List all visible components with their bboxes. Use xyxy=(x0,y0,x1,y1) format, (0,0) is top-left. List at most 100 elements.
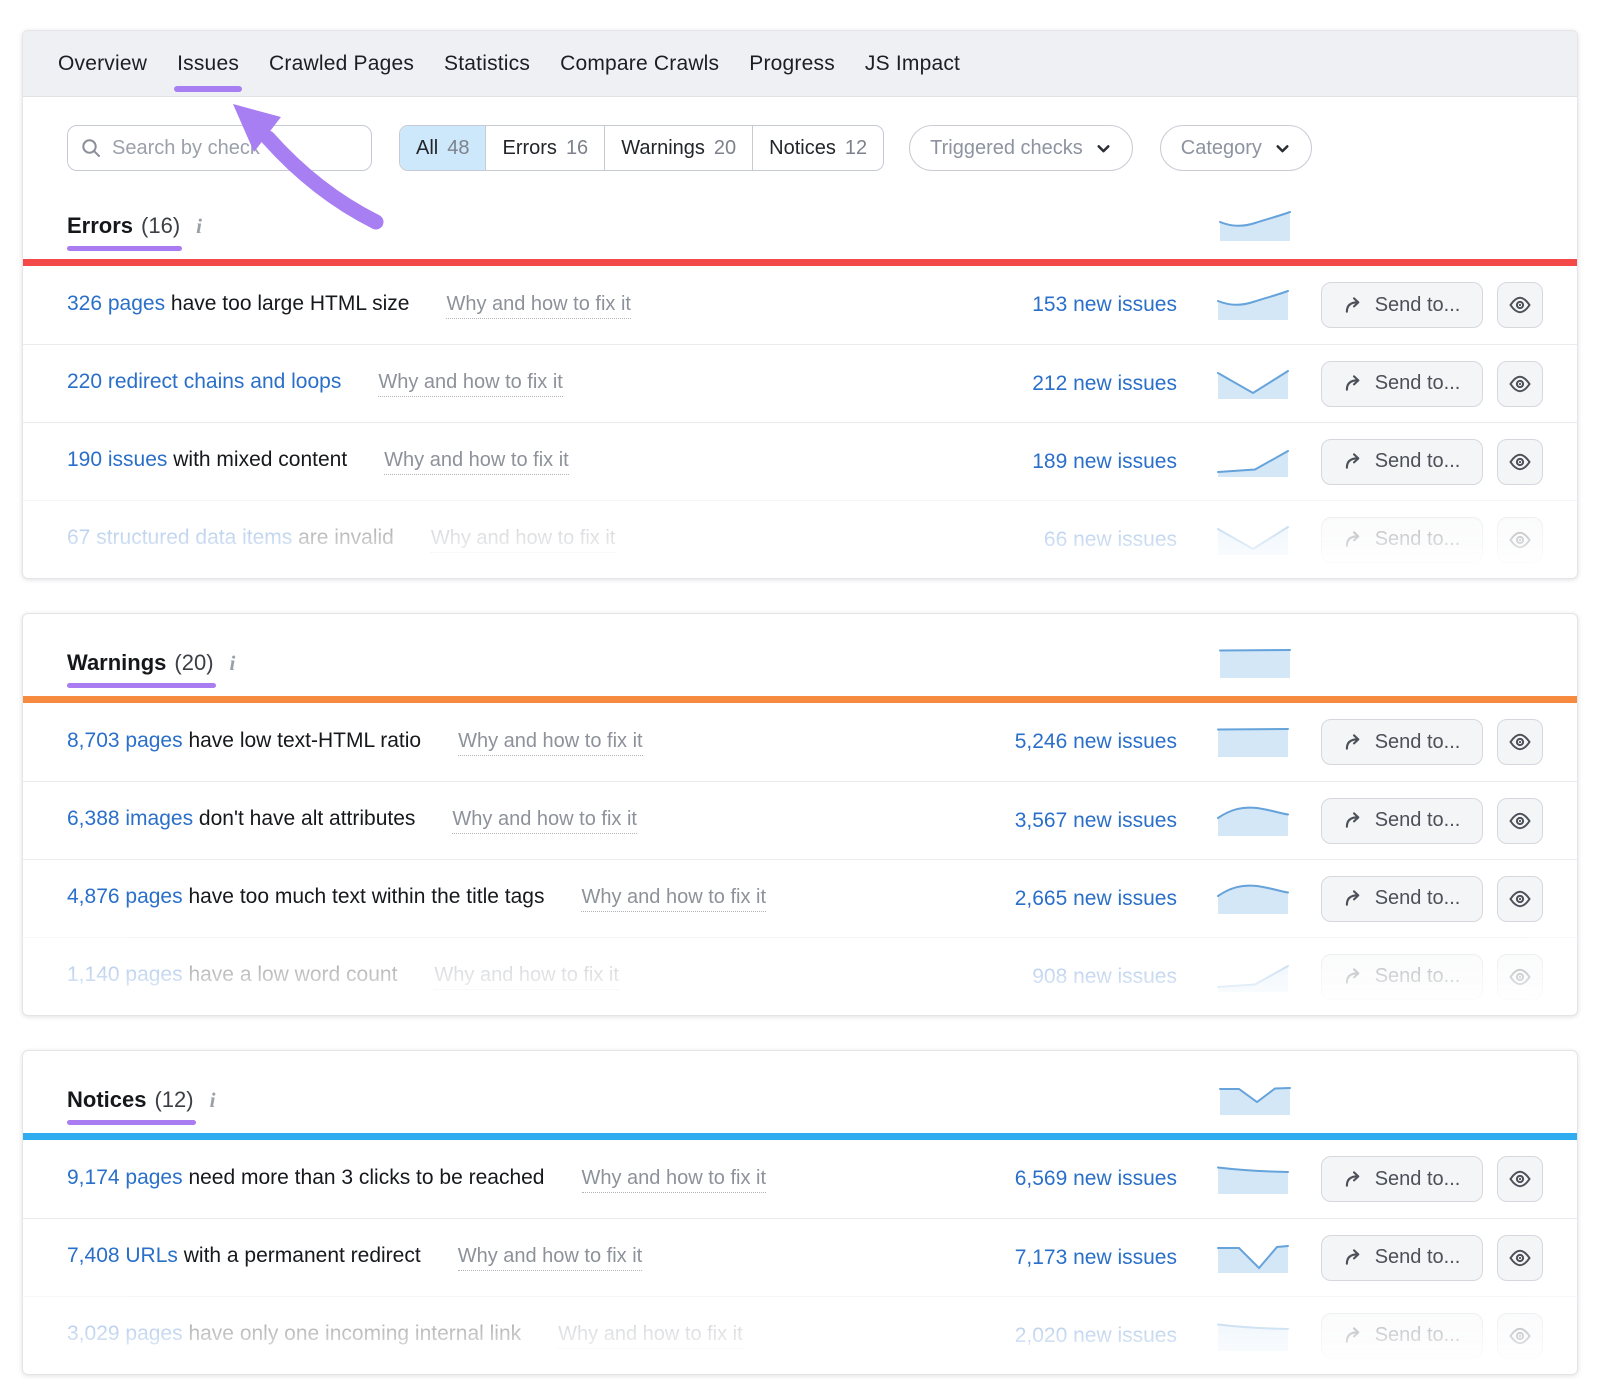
why-how-to-fix-link[interactable]: Why and how to fix it xyxy=(434,964,619,990)
why-how-to-fix-link[interactable]: Why and how to fix it xyxy=(581,886,766,912)
new-issues-link[interactable]: 3,567 new issues xyxy=(997,809,1177,833)
nav-tab-issues[interactable]: Issues xyxy=(162,31,254,96)
why-how-to-fix-link[interactable]: Why and how to fix it xyxy=(431,527,616,553)
eye-icon xyxy=(1508,1167,1532,1191)
section-title: Errors xyxy=(67,213,133,238)
new-issues-link[interactable]: 212 new issues xyxy=(997,372,1177,396)
eye-visibility-button[interactable] xyxy=(1497,361,1543,407)
send-to-button[interactable]: Send to... xyxy=(1321,719,1483,765)
why-how-to-fix-link[interactable]: Why and how to fix it xyxy=(378,371,563,397)
segment-label: All xyxy=(416,137,438,160)
info-icon[interactable]: i xyxy=(210,1088,216,1113)
nav-tab-progress[interactable]: Progress xyxy=(734,31,850,96)
eye-visibility-button[interactable] xyxy=(1497,439,1543,485)
nav-tab-crawled-pages[interactable]: Crawled Pages xyxy=(254,31,429,96)
search-by-check-box[interactable] xyxy=(67,125,372,171)
send-to-button[interactable]: Send to... xyxy=(1321,1313,1483,1359)
issue-count-link[interactable]: 3,029 pages xyxy=(67,1322,183,1345)
issue-description: 1,140 pages have a low word count Why and… xyxy=(67,963,997,990)
issue-count-link[interactable]: 7,408 URLs xyxy=(67,1244,178,1267)
eye-visibility-button[interactable] xyxy=(1497,719,1543,765)
issue-count-link[interactable]: 4,876 pages xyxy=(67,885,183,908)
issue-count-link[interactable]: 1,140 pages xyxy=(67,963,183,986)
segment-errors[interactable]: Errors16 xyxy=(485,126,604,170)
eye-visibility-button[interactable] xyxy=(1497,954,1543,1000)
issue-count-link[interactable]: 190 issues xyxy=(67,448,167,471)
eye-icon xyxy=(1508,730,1532,754)
issue-count-link[interactable]: 220 redirect chains and loops xyxy=(67,370,341,393)
new-issues-link[interactable]: 2,020 new issues xyxy=(997,1324,1177,1348)
send-to-button[interactable]: Send to... xyxy=(1321,1156,1483,1202)
eye-visibility-button[interactable] xyxy=(1497,798,1543,844)
why-how-to-fix-link[interactable]: Why and how to fix it xyxy=(458,1245,643,1271)
issue-rest-text: have a low word count xyxy=(183,963,398,986)
info-icon[interactable]: i xyxy=(196,214,202,239)
new-issues-link[interactable]: 7,173 new issues xyxy=(997,1246,1177,1270)
issue-rest-text: have too much text within the title tags xyxy=(183,885,545,908)
new-issues-link[interactable]: 2,665 new issues xyxy=(997,887,1177,911)
eye-visibility-button[interactable] xyxy=(1497,876,1543,922)
send-to-button[interactable]: Send to... xyxy=(1321,798,1483,844)
send-to-button[interactable]: Send to... xyxy=(1321,1235,1483,1281)
eye-icon xyxy=(1508,450,1532,474)
segment-all[interactable]: All 48 xyxy=(400,126,485,170)
eye-icon xyxy=(1508,887,1532,911)
issue-count-link[interactable]: 6,388 images xyxy=(67,807,193,830)
why-how-to-fix-link[interactable]: Why and how to fix it xyxy=(582,1167,767,1193)
send-to-button[interactable]: Send to... xyxy=(1321,439,1483,485)
issue-count-link[interactable]: 67 structured data items xyxy=(67,526,292,549)
issue-row: 67 structured data items are invalidWhy … xyxy=(23,500,1577,578)
why-how-to-fix-link[interactable]: Why and how to fix it xyxy=(384,449,569,475)
issue-count-link[interactable]: 8,703 pages xyxy=(67,729,183,752)
eye-visibility-button[interactable] xyxy=(1497,282,1543,328)
errors-severity-bar xyxy=(23,259,1577,266)
segment-label: Warnings xyxy=(621,137,705,160)
nav-tab-overview[interactable]: Overview xyxy=(43,31,162,96)
why-how-to-fix-link[interactable]: Why and how to fix it xyxy=(452,808,637,834)
trend-sparkline xyxy=(1215,367,1291,401)
issue-count-link[interactable]: 326 pages xyxy=(67,292,165,315)
issue-description: 326 pages have too large HTML sizeWhy an… xyxy=(67,292,997,319)
new-issues-link[interactable]: 153 new issues xyxy=(997,293,1177,317)
eye-visibility-button[interactable] xyxy=(1497,517,1543,563)
new-issues-link[interactable]: 908 new issues xyxy=(997,965,1177,989)
nav-tab-statistics[interactable]: Statistics xyxy=(429,31,545,96)
send-to-button[interactable]: Send to... xyxy=(1321,954,1483,1000)
send-to-label: Send to... xyxy=(1375,809,1461,832)
send-to-button[interactable]: Send to... xyxy=(1321,517,1483,563)
issue-description: 6,388 images don't have alt attributesWh… xyxy=(67,807,997,834)
new-issues-link[interactable]: 66 new issues xyxy=(997,528,1177,552)
new-issues-link[interactable]: 5,246 new issues xyxy=(997,730,1177,754)
trend-sparkline xyxy=(1215,288,1291,322)
new-issues-link[interactable]: 189 new issues xyxy=(997,450,1177,474)
chevron-down-icon xyxy=(1095,140,1112,157)
nav-tab-compare-crawls[interactable]: Compare Crawls xyxy=(545,31,734,96)
nav-tab-label: Statistics xyxy=(444,52,530,76)
eye-visibility-button[interactable] xyxy=(1497,1156,1543,1202)
eye-visibility-button[interactable] xyxy=(1497,1235,1543,1281)
issue-description: 7,408 URLs with a permanent redirectWhy … xyxy=(67,1244,997,1271)
send-arrow-icon xyxy=(1344,732,1365,753)
nav-tab-js-impact[interactable]: JS Impact xyxy=(850,31,975,96)
segment-notices[interactable]: Notices12 xyxy=(752,126,883,170)
search-input[interactable] xyxy=(112,137,359,160)
issue-row: 326 pages have too large HTML sizeWhy an… xyxy=(23,266,1577,344)
why-how-to-fix-link[interactable]: Why and how to fix it xyxy=(558,1323,743,1349)
issue-description: 190 issues with mixed contentWhy and how… xyxy=(67,448,997,475)
segment-warnings[interactable]: Warnings20 xyxy=(604,126,752,170)
new-issues-link[interactable]: 6,569 new issues xyxy=(997,1167,1177,1191)
segment-count: 48 xyxy=(447,137,469,160)
issue-row: 8,703 pages have low text-HTML ratioWhy … xyxy=(23,703,1577,781)
why-how-to-fix-link[interactable]: Why and how to fix it xyxy=(458,730,643,756)
send-to-button[interactable]: Send to... xyxy=(1321,361,1483,407)
segment-label: Notices xyxy=(769,137,836,160)
why-how-to-fix-link[interactable]: Why and how to fix it xyxy=(446,293,631,319)
trend-sparkline xyxy=(1215,1241,1291,1275)
category-dropdown[interactable]: Category xyxy=(1160,125,1312,171)
info-icon[interactable]: i xyxy=(230,651,236,676)
send-to-button[interactable]: Send to... xyxy=(1321,282,1483,328)
eye-visibility-button[interactable] xyxy=(1497,1313,1543,1359)
issue-count-link[interactable]: 9,174 pages xyxy=(67,1166,183,1189)
triggered-checks-dropdown[interactable]: Triggered checks xyxy=(909,125,1133,171)
send-to-button[interactable]: Send to... xyxy=(1321,876,1483,922)
